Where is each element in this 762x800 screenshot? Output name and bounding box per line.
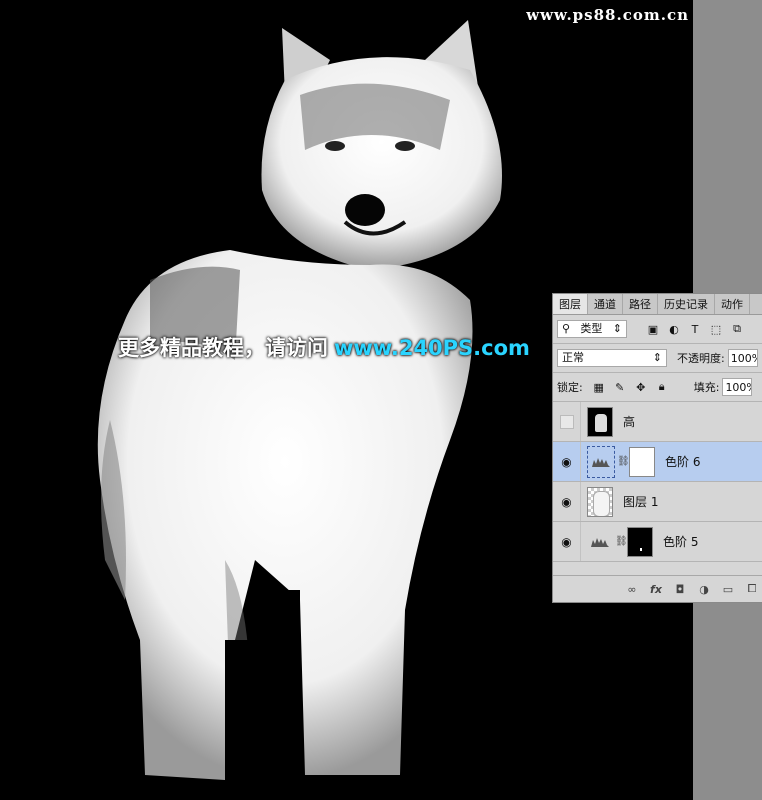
layer-filter-select[interactable]: ⚲ 类型 ⇕ [557,320,627,338]
opacity-label: 不透明度: [677,352,725,365]
lock-transparent-icon[interactable]: ▦ [591,379,607,395]
eye-icon: ◉ [561,494,572,509]
lock-brush-icon[interactable]: ✎ [612,379,628,395]
tab-layers[interactable]: 图层 [553,294,588,314]
promo-site-text: www.240PS.com [334,336,530,360]
tab-history[interactable]: 历史记录 [658,294,715,314]
visibility-toggle[interactable]: ◉ [553,482,581,521]
blend-mode-select[interactable]: 正常 ⇕ [557,349,667,367]
layer-name: 色阶 6 [665,455,701,469]
new-adjustment-icon[interactable]: ◑ [697,582,711,596]
add-mask-icon[interactable]: ◘ [673,582,687,596]
updown-icon: ⇕ [612,322,622,335]
layer-thumbnail [587,486,613,517]
promo-watermark: 更多精品教程，请访问 www.240PS.com [118,332,530,362]
new-layer-icon[interactable]: ⧠ [745,582,759,596]
tab-channels[interactable]: 通道 [588,294,623,314]
blend-row: 正常 ⇕ 不透明度: 100% [553,344,762,372]
blend-mode-value: 正常 [562,351,584,364]
link-layers-icon[interactable]: ∞ [625,582,639,596]
visibility-off-icon [559,414,574,429]
shape-filter-icon[interactable]: ⬚ [708,321,724,337]
layer-name: 高 [623,415,636,429]
panel-tabs: 图层 通道 路径 历史记录 动作 [553,294,762,315]
layer-row-high[interactable]: 高 [553,402,762,442]
levels-adjustment-icon [587,527,613,557]
visibility-toggle[interactable]: ◉ [553,522,581,561]
fill-field[interactable]: 100% [722,378,753,396]
layer-row-layer-1[interactable]: ◉ 图层 1 [553,482,762,522]
promo-chinese-text: 更多精品教程，请访问 [118,336,328,360]
layer-name: 图层 1 [623,495,659,509]
visibility-toggle[interactable] [553,402,581,441]
new-group-icon[interactable]: ▭ [721,582,735,596]
filter-type-label: 类型 [580,322,603,335]
adjustment-filter-icon[interactable]: ◐ [666,321,682,337]
updown-icon: ⇕ [652,351,662,364]
layer-thumbnail [587,406,613,437]
image-filter-icon[interactable]: ▣ [645,321,661,337]
site-watermark: www.ps88.com.cn [526,6,689,24]
layer-mask-thumbnail[interactable] [629,446,655,477]
smart-object-filter-icon[interactable]: ⧉ [729,321,745,337]
opacity-field[interactable]: 100% [727,349,758,367]
link-icon[interactable]: ⛓ [617,456,630,467]
tab-paths[interactable]: 路径 [623,294,658,314]
fill-label: 填充: [693,381,720,394]
eye-icon: ◉ [561,454,572,469]
search-icon: ⚲ [562,322,571,335]
lock-row: 锁定: ▦ ✎ ✥ 🔒︎ 填充: 100% [553,373,762,401]
eye-icon: ◉ [561,534,572,549]
link-icon[interactable]: ⛓ [615,536,628,547]
visibility-toggle[interactable]: ◉ [553,442,581,481]
layer-name: 色阶 5 [663,535,699,549]
lock-all-icon[interactable]: 🔒︎ [654,379,670,395]
layer-row-levels-6[interactable]: ◉ ⛓ 色阶 6 [553,442,762,482]
type-filter-icon[interactable]: T [687,321,703,337]
fx-icon[interactable]: fx [649,582,663,596]
layer-row-levels-5[interactable]: ◉ ⛓ 色阶 5 [553,522,762,562]
lock-position-icon[interactable]: ✥ [633,379,649,395]
layer-mask-thumbnail[interactable] [627,526,653,557]
levels-adjustment-icon [587,445,615,478]
panel-footer: ∞ fx ◘ ◑ ▭ ⧠ [553,575,762,602]
lock-label: 锁定: [557,381,583,394]
filter-row: ⚲ 类型 ⇕ ▣ ◐ T ⬚ ⧉ [553,315,762,343]
tab-actions[interactable]: 动作 [715,294,750,314]
layers-panel: 图层 通道 路径 历史记录 动作 ⚲ 类型 ⇕ ▣ ◐ T ⬚ ⧉ 正常 ⇕ 不… [552,293,762,603]
